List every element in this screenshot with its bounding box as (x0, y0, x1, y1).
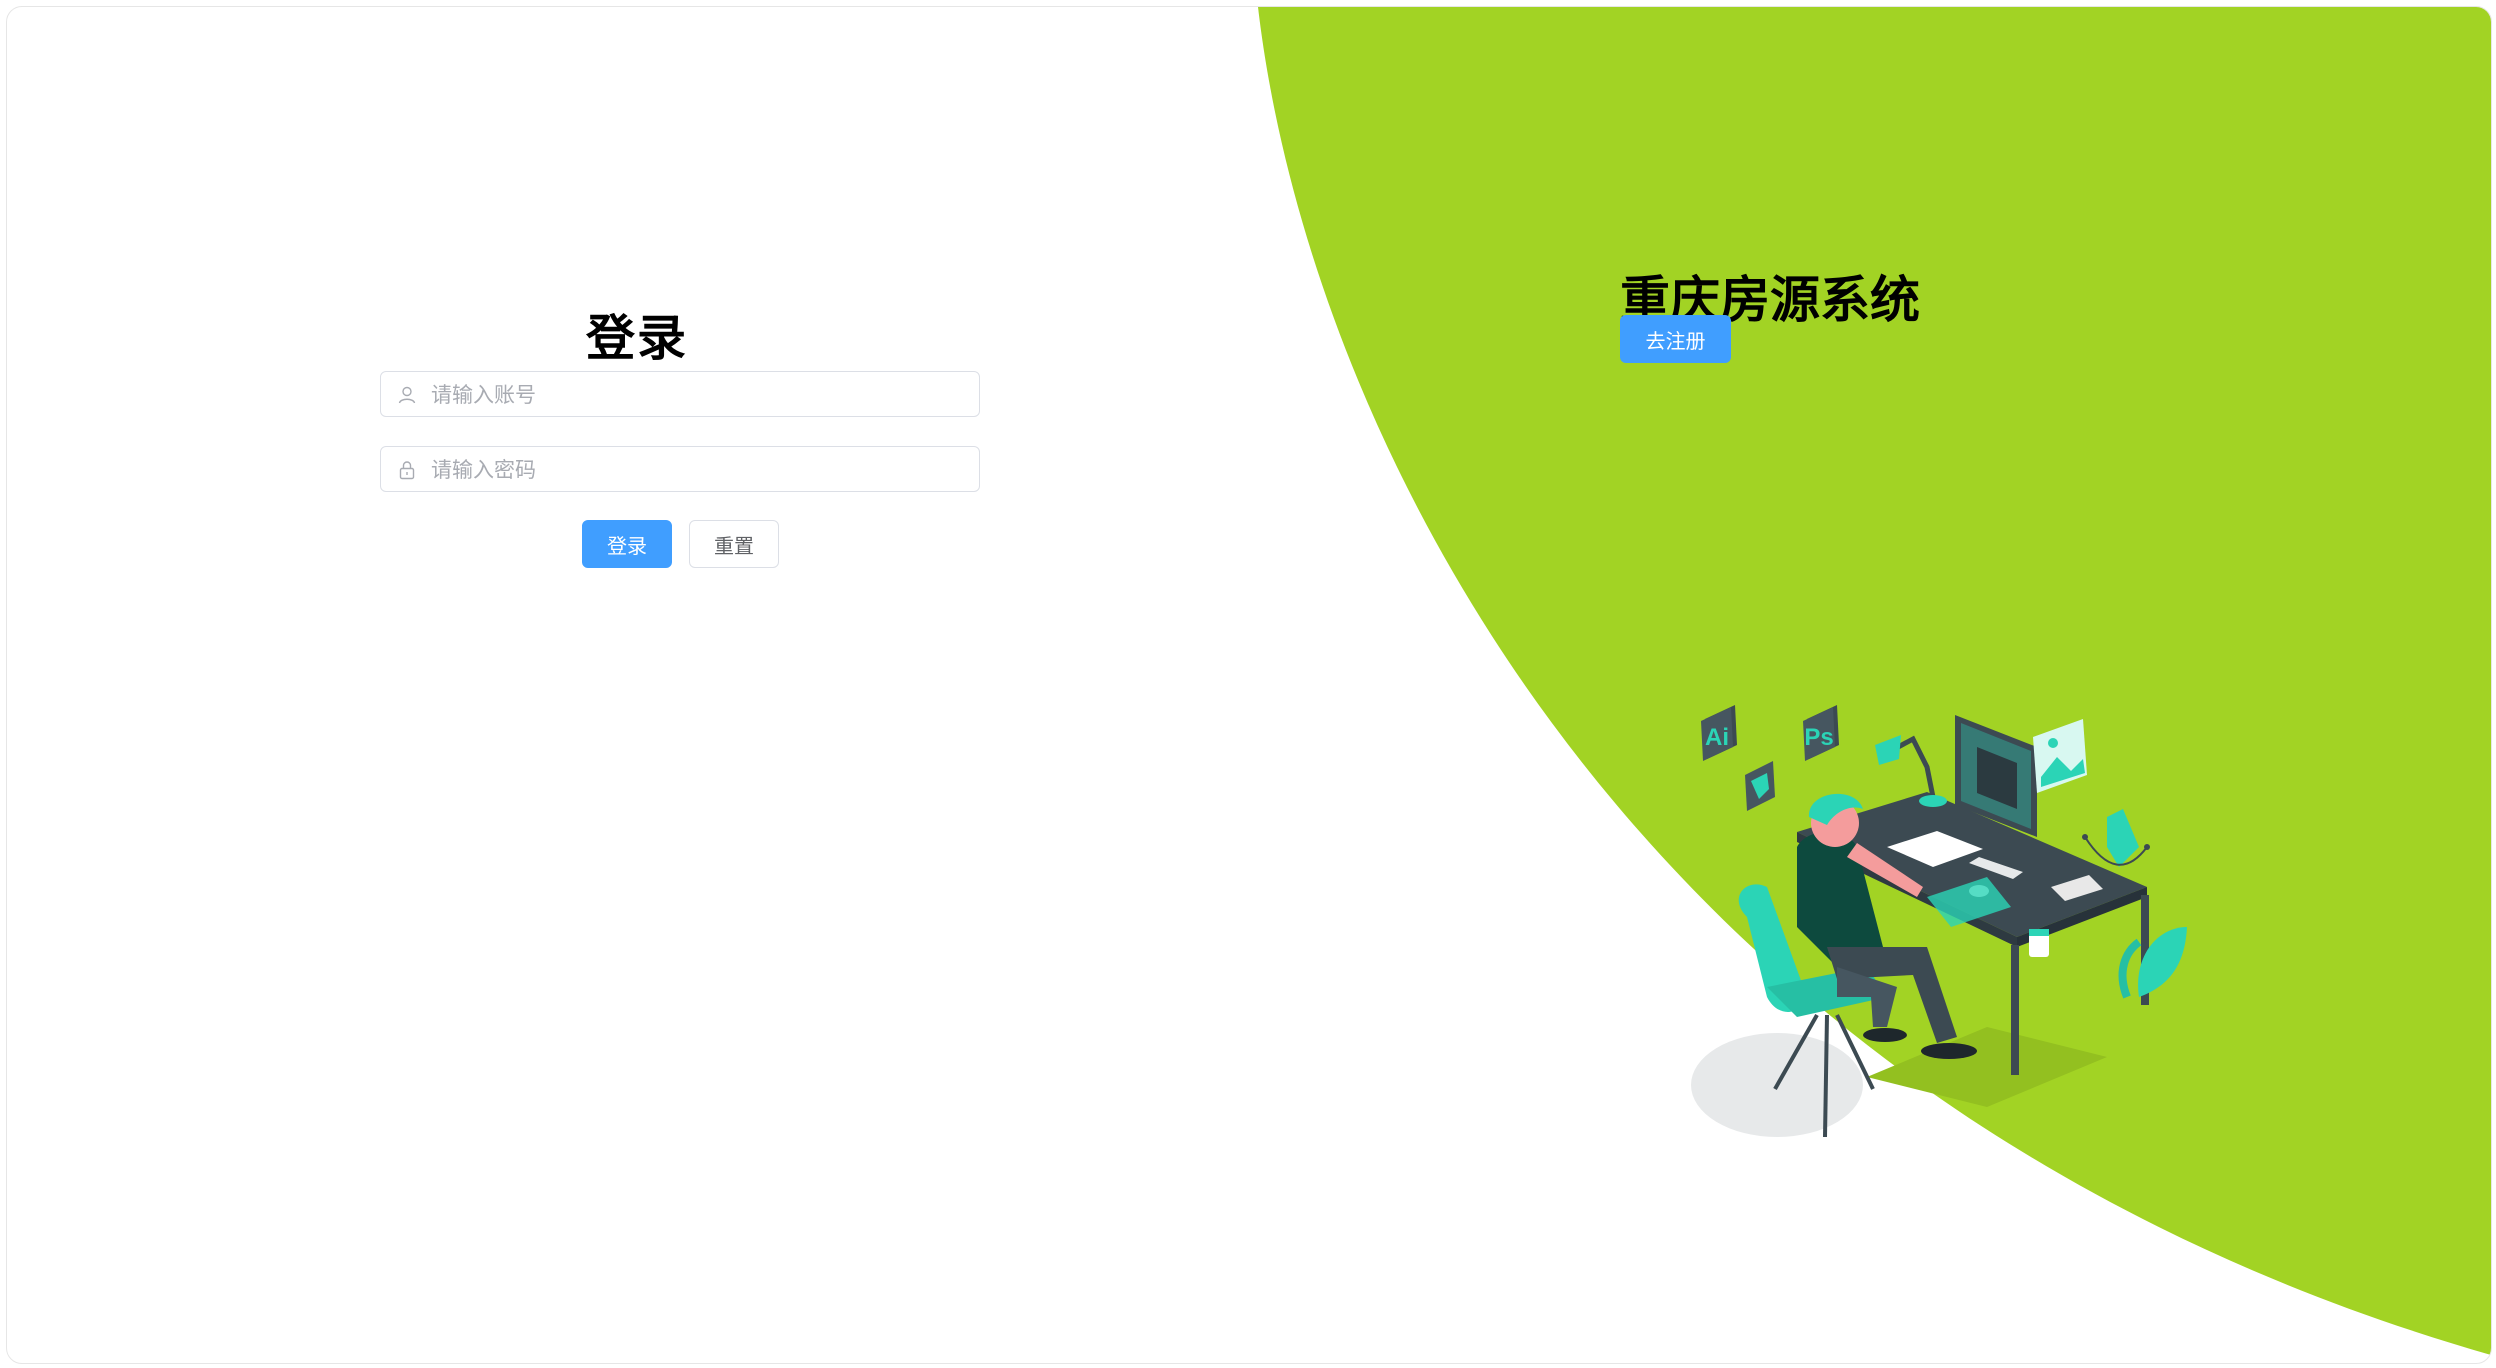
svg-text:Ps: Ps (1804, 724, 1833, 751)
pen-tool-icon (2082, 809, 2150, 867)
ps-badge-icon: Ps (1803, 705, 1839, 761)
password-input[interactable] (429, 447, 973, 493)
reset-button[interactable]: 重置 (689, 520, 779, 568)
svg-text:Ai: Ai (1705, 724, 1729, 751)
sketch-gem-icon (1745, 761, 1775, 811)
desk-lamp-icon (1875, 735, 1947, 807)
lock-icon (399, 461, 415, 480)
go-register-button[interactable]: 去注册 (1620, 315, 1731, 363)
plant-icon (2118, 927, 2187, 999)
designer-illustration: Ai Ps (1691, 705, 2187, 1138)
image-card-icon (2033, 719, 2087, 793)
green-curve-background (1258, 7, 2491, 1355)
page-frame: 登录 登录 重置 重庆房源系统 去注册 Ai Ps (6, 6, 2492, 1364)
user-icon (398, 386, 416, 404)
username-field[interactable] (380, 371, 980, 418)
login-button[interactable]: 登录 (582, 520, 672, 568)
login-title: 登录 (585, 310, 688, 367)
username-input[interactable] (429, 372, 973, 418)
ai-badge-icon: Ai (1701, 705, 1737, 761)
password-field[interactable] (380, 446, 980, 493)
